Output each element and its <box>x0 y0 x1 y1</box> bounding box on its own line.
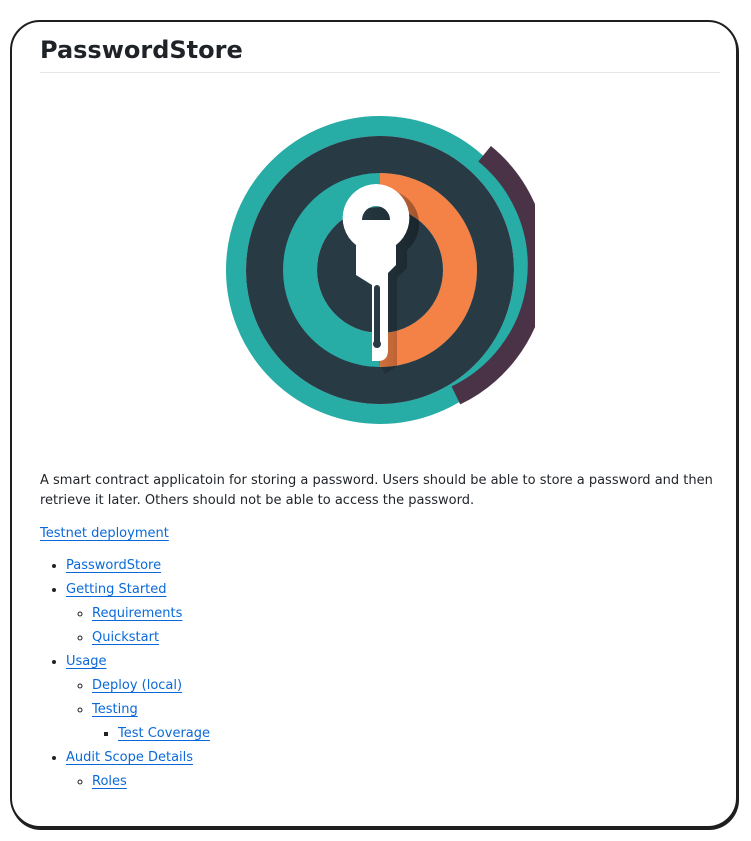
toc-link-testing[interactable]: Testing <box>92 702 138 717</box>
table-of-contents: PasswordStore Getting Started Requiremen… <box>40 556 720 792</box>
toc-subsubitem: Test Coverage <box>118 724 720 744</box>
logo-graphic <box>226 116 535 424</box>
toc-link-requirements[interactable]: Requirements <box>92 606 182 621</box>
toc-sublist: Deploy (local) Testing Test Coverage <box>66 676 720 744</box>
toc-subitem: Quickstart <box>92 628 720 648</box>
toc-link-roles[interactable]: Roles <box>92 774 127 789</box>
toc-sublist: Roles <box>66 772 720 792</box>
toc-item: Audit Scope Details Roles <box>66 748 720 792</box>
toc-link-usage[interactable]: Usage <box>66 654 107 669</box>
testnet-paragraph: Testnet deployment <box>40 524 720 544</box>
toc-link-passwordstore[interactable]: PasswordStore <box>66 558 161 573</box>
toc-item: Getting Started Requirements Quickstart <box>66 580 720 648</box>
description: A smart contract applicatoin for storing… <box>40 473 713 508</box>
toc-subitem: Deploy (local) <box>92 676 720 696</box>
toc-link-getting-started[interactable]: Getting Started <box>66 582 167 597</box>
testnet-deployment-link[interactable]: Testnet deployment <box>40 526 169 541</box>
toc-subsublist: Test Coverage <box>92 724 720 744</box>
readme-content: PasswordStore A smart contract applicato… <box>40 34 720 792</box>
toc-link-test-coverage[interactable]: Test Coverage <box>118 726 210 741</box>
toc-subitem: Roles <box>92 772 720 792</box>
key-logo-icon <box>225 115 535 425</box>
toc-link-deploy-local[interactable]: Deploy (local) <box>92 678 182 693</box>
toc-link-audit-scope[interactable]: Audit Scope Details <box>66 750 193 765</box>
page-title: PasswordStore <box>40 34 720 73</box>
toc-sublist: Requirements Quickstart <box>66 604 720 648</box>
toc-item: PasswordStore <box>66 556 720 576</box>
toc-item: Usage Deploy (local) Testing Test Covera… <box>66 652 720 744</box>
toc-link-quickstart[interactable]: Quickstart <box>92 630 159 645</box>
toc-subitem: Requirements <box>92 604 720 624</box>
toc-subitem: Testing Test Coverage <box>92 700 720 744</box>
document-card: PasswordStore A smart contract applicato… <box>10 20 738 828</box>
